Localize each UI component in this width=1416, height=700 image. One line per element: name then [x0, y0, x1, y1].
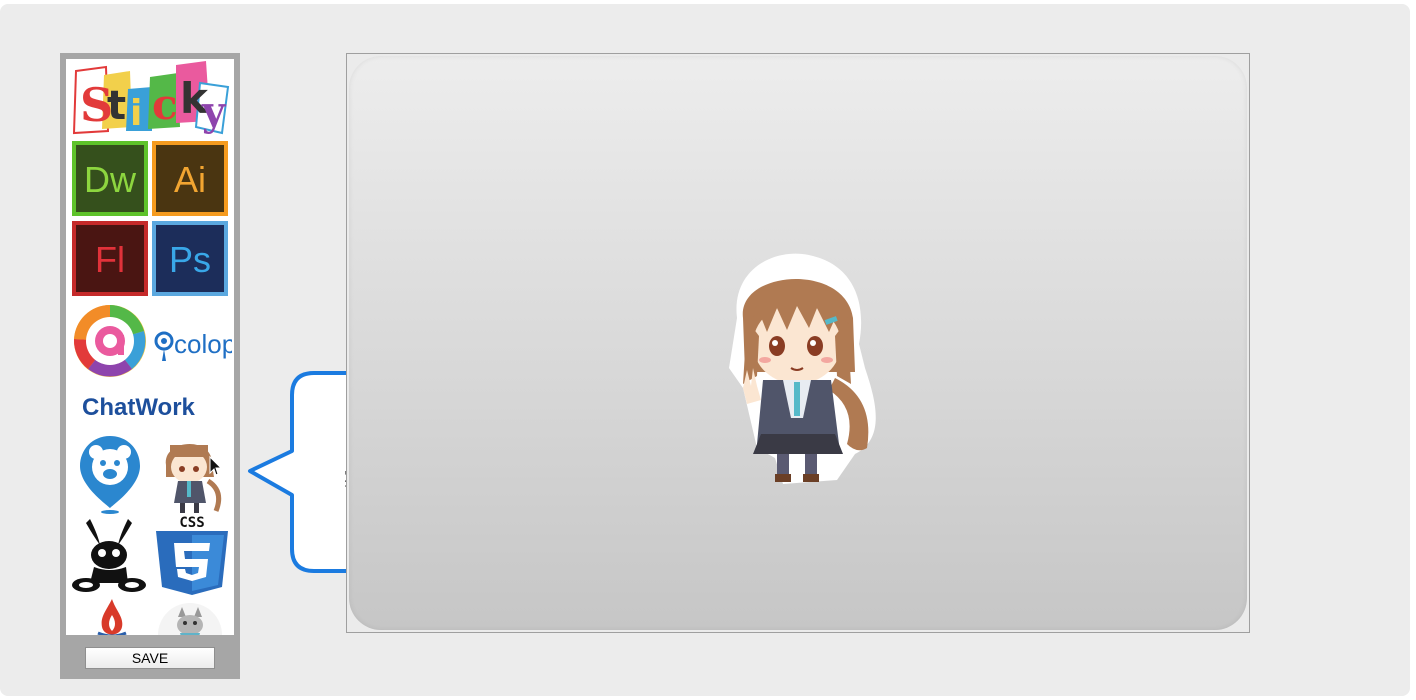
- svg-text:t: t: [107, 83, 126, 129]
- sticker-photoshop[interactable]: Ps: [151, 220, 229, 297]
- sticker-rabbit[interactable]: [70, 515, 150, 595]
- sticker-dreamweaver[interactable]: Dw: [71, 140, 149, 217]
- sticker-palette: S t i c k y Dw Ai Fl Ps colop ChatWork C…: [60, 53, 240, 679]
- svg-text:ChatWork: ChatWork: [82, 394, 196, 421]
- svg-text:i: i: [130, 93, 142, 134]
- sticker-cat-avatar[interactable]: [158, 601, 222, 635]
- sticker-illustrator[interactable]: Ai: [151, 140, 229, 217]
- sticker-sticky[interactable]: S t i c k y: [72, 61, 230, 139]
- sticker-stage[interactable]: [349, 56, 1247, 630]
- svg-text:Ai: Ai: [174, 159, 206, 200]
- svg-text:y: y: [201, 88, 227, 135]
- svg-text:colopl: colopl: [174, 329, 232, 359]
- placed-sticker-anime-girl[interactable]: [717, 248, 879, 488]
- sticker-chatwork[interactable]: ChatWork: [80, 389, 220, 423]
- sticker-css3[interactable]: CSS: [152, 513, 232, 595]
- sticker-bear-pin[interactable]: [78, 434, 142, 514]
- sticker-list[interactable]: S t i c k y Dw Ai Fl Ps colop ChatWork C…: [66, 59, 234, 635]
- svg-text:c: c: [152, 80, 178, 129]
- sticker-flame-logo[interactable]: [90, 597, 134, 635]
- svg-text:Dw: Dw: [84, 159, 137, 200]
- preview-canvas: [346, 53, 1250, 633]
- sticker-anime-girl[interactable]: [152, 431, 228, 515]
- svg-text:CSS: CSS: [179, 515, 204, 531]
- sticker-colorful-a-logo[interactable]: [72, 303, 148, 379]
- sticker-flash[interactable]: Fl: [71, 220, 149, 297]
- svg-text:Fl: Fl: [95, 239, 125, 280]
- sticker-colopl[interactable]: colopl: [152, 321, 232, 365]
- svg-text:Ps: Ps: [169, 239, 211, 280]
- save-button[interactable]: SAVE: [85, 647, 215, 669]
